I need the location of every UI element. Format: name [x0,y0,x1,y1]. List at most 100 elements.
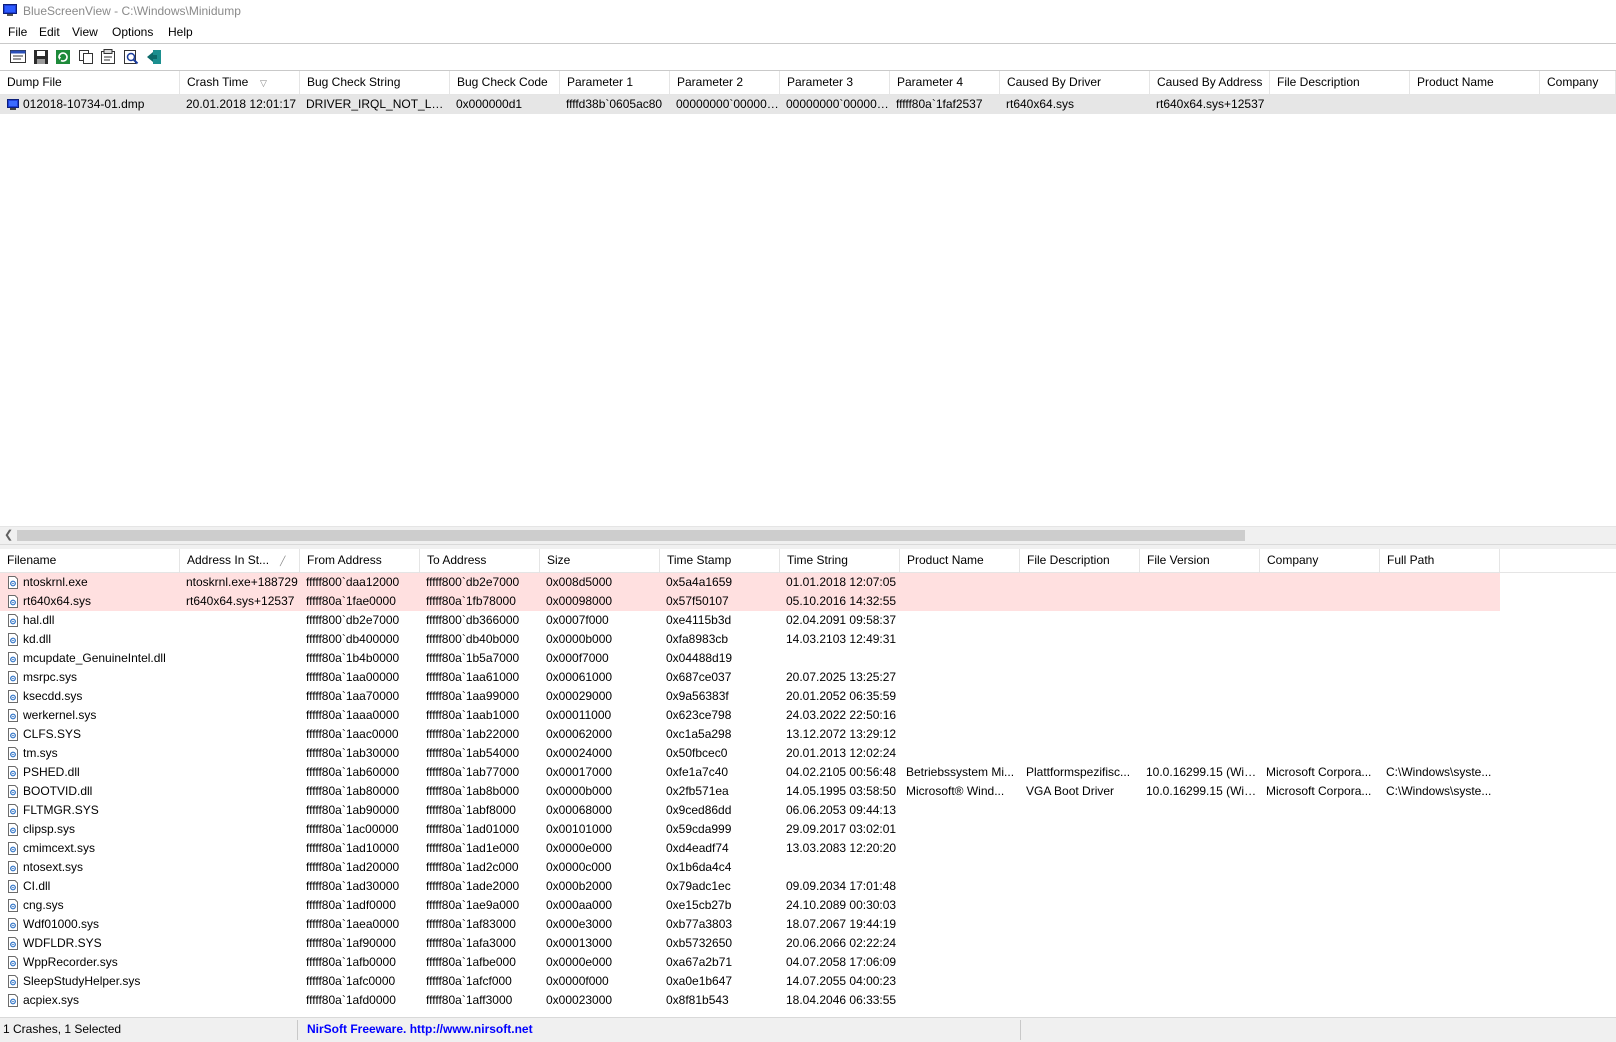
find-icon[interactable] [122,48,140,66]
driver-file-icon [8,823,18,836]
save-icon[interactable] [32,48,50,66]
cell-size: 0x0000c000 [546,860,612,874]
cell-time-string: 09.09.2034 17:01:48 [786,879,897,893]
driver-row[interactable]: clipsp.sys fffff80a`1ac00000 fffff80a`1ad0… [0,820,1500,839]
driver-row[interactable]: FLTMGR.SYS fffff80a`1ab90000 fffff80a`1abf… [0,801,1500,820]
column-header-file-description[interactable]: File Description [1020,549,1140,572]
cell-time-string: 18.04.2046 06:33:55 [786,993,897,1007]
driver-row[interactable]: acpiex.sys fffff80a`1afd0000 fffff80a`1aff… [0,991,1500,1010]
driver-row[interactable]: ntoskrnl.exe ntoskrnl.exe+188729 fffff800`… [0,573,1500,592]
driver-row[interactable]: SleepStudyHelper.sys fffff80a`1afc0000 fff… [0,972,1500,991]
driver-row[interactable]: hal.dll fffff800`db2e7000 fffff800`db36600… [0,611,1500,630]
scrollbar-thumb[interactable] [17,530,1245,541]
driver-row[interactable]: werkernel.sys fffff80a`1aaa0000 fffff80a`1… [0,706,1500,725]
html-report-icon[interactable] [99,48,117,66]
cell-to-address: fffff80a`1ab77000 [426,765,520,779]
menu-help[interactable]: Help [168,25,193,39]
cell-product-name [900,972,1020,991]
cell-full-path [1380,915,1500,934]
cell-time-stamp: 0xb5732650 [666,936,733,950]
driver-row[interactable]: msrpc.sys fffff80a`1aa00000 fffff80a`1aa61… [0,668,1500,687]
cell-time-stamp: 0x9a56383f [666,689,729,703]
driver-row[interactable]: ksecdd.sys fffff80a`1aa70000 fffff80a`1aa9… [0,687,1500,706]
driver-row[interactable]: BOOTVID.dll fffff80a`1ab80000 fffff80a`1ab… [0,782,1500,801]
refresh-icon[interactable] [54,48,72,66]
cell-full-path [1380,839,1500,858]
column-header-address-in-st[interactable]: Address In St... ╱ [180,549,300,572]
column-header-from-address[interactable]: From Address [300,549,420,572]
scroll-left-arrow-icon[interactable]: ❮ [4,528,13,541]
cell-company [1260,991,1380,1010]
driver-row[interactable]: WppRecorder.sys fffff80a`1afb0000 fffff80a… [0,953,1500,972]
column-header-dump-file[interactable]: Dump File [0,71,180,94]
copy-icon[interactable] [77,48,95,66]
driver-list-pane[interactable]: Filename Address In St... ╱ From Address To … [0,549,1616,1016]
column-header-time-stamp[interactable]: Time Stamp [660,549,780,572]
cell-time-string: 20.01.2013 12:02:24 [786,746,897,760]
cell-product-name [1410,95,1540,114]
driver-row[interactable]: ntosext.sys fffff80a`1ad20000 fffff80a`1ad… [0,858,1500,877]
crash-row[interactable]: 012018-10734-01.dmp 20.01.2018 12:01:17 DR… [0,95,1616,114]
cell-file-description [1020,972,1140,991]
driver-row[interactable]: cmimcext.sys fffff80a`1ad10000 fffff80a`1a… [0,839,1500,858]
driver-row[interactable]: Wdf01000.sys fffff80a`1aea0000 fffff80a`1a… [0,915,1500,934]
cell-size: 0x00062000 [546,727,613,741]
driver-row[interactable]: kd.dll fffff800`db400000 fffff800`db40b000… [0,630,1500,649]
cell-parameter-3: 00000000`000000... [786,97,890,111]
column-header-parameter-1[interactable]: Parameter 1 [560,71,670,94]
column-header-company[interactable]: Company [1540,71,1616,94]
column-header-to-address[interactable]: To Address [420,549,540,572]
cell-filename: FLTMGR.SYS [23,803,99,817]
cell-product-name: Microsoft® Wind... [906,784,1005,798]
column-header-time-string[interactable]: Time String [780,549,900,572]
crash-list-pane[interactable]: Dump File Crash Time ▽ Bug Check String Bug … [0,71,1616,526]
column-header-product-name[interactable]: Product Name [1410,71,1540,94]
exit-icon[interactable] [145,48,163,66]
cell-file-description [1020,820,1140,839]
column-header-bug-check-code[interactable]: Bug Check Code [450,71,560,94]
column-header-parameter-3[interactable]: Parameter 3 [780,71,890,94]
column-header-caused-by-driver[interactable]: Caused By Driver [1000,71,1150,94]
cell-to-address: fffff80a`1aff3000 [426,993,513,1007]
cell-from-address: fffff80a`1aa00000 [306,670,400,684]
column-header-filename[interactable]: Filename [0,549,180,572]
column-header-size[interactable]: Size [540,549,660,572]
column-header-company[interactable]: Company [1260,549,1380,572]
driver-row[interactable]: mcupdate_GenuineIntel.dll fffff80a`1b4b00… [0,649,1500,668]
driver-row[interactable]: PSHED.dll fffff80a`1ab60000 fffff80a`1ab77… [0,763,1500,782]
cell-company [1260,649,1380,668]
column-header-bug-check-string[interactable]: Bug Check String [300,71,450,94]
horizontal-scrollbar[interactable]: ❮ [0,526,1616,544]
cell-size: 0x00101000 [546,822,613,836]
cell-filename: tm.sys [23,746,58,760]
driver-row[interactable]: tm.sys fffff80a`1ab30000 fffff80a`1ab54000… [0,744,1500,763]
driver-row[interactable]: rt640x64.sys rt640x64.sys+12537 fffff80a`1… [0,592,1500,611]
cell-full-path [1380,972,1500,991]
column-header-parameter-4[interactable]: Parameter 4 [890,71,1000,94]
cell-filename: WppRecorder.sys [23,955,118,969]
cell-size: 0x00013000 [546,936,613,950]
column-header-product-name[interactable]: Product Name [900,549,1020,572]
column-header-file-version[interactable]: File Version [1140,549,1260,572]
driver-row[interactable]: CLFS.SYS fffff80a`1aac0000 fffff80a`1ab220… [0,725,1500,744]
driver-row[interactable]: cng.sys fffff80a`1adf0000 fffff80a`1ae9a00… [0,896,1500,915]
cell-file-version [1140,668,1260,687]
menu-edit[interactable]: Edit [39,25,60,39]
driver-row[interactable]: WDFLDR.SYS fffff80a`1af90000 fffff80a`1afa… [0,934,1500,953]
column-header-full-path[interactable]: Full Path [1380,549,1500,572]
properties-icon[interactable] [9,48,27,66]
column-header-caused-by-address[interactable]: Caused By Address [1150,71,1270,94]
column-header-crash-time[interactable]: Crash Time ▽ [180,71,300,94]
nirsoft-link[interactable]: NirSoft Freeware. http://www.nirsoft.net [307,1022,533,1036]
cell-from-address: fffff80a`1ab60000 [306,765,400,779]
menu-options[interactable]: Options [112,25,153,39]
cell-time-string: 13.12.2072 13:29:12 [786,727,897,741]
cell-address-in-st: rt640x64.sys+12537 [186,594,295,608]
cell-time-stamp: 0x8f81b543 [666,993,729,1007]
menu-file[interactable]: File [8,25,27,39]
column-header-parameter-2[interactable]: Parameter 2 [670,71,780,94]
menu-view[interactable]: View [72,25,98,39]
driver-row[interactable]: CI.dll fffff80a`1ad30000 fffff80a`1ade2000… [0,877,1500,896]
column-header-file-description[interactable]: File Description [1270,71,1410,94]
cell-file-version [1140,573,1260,592]
